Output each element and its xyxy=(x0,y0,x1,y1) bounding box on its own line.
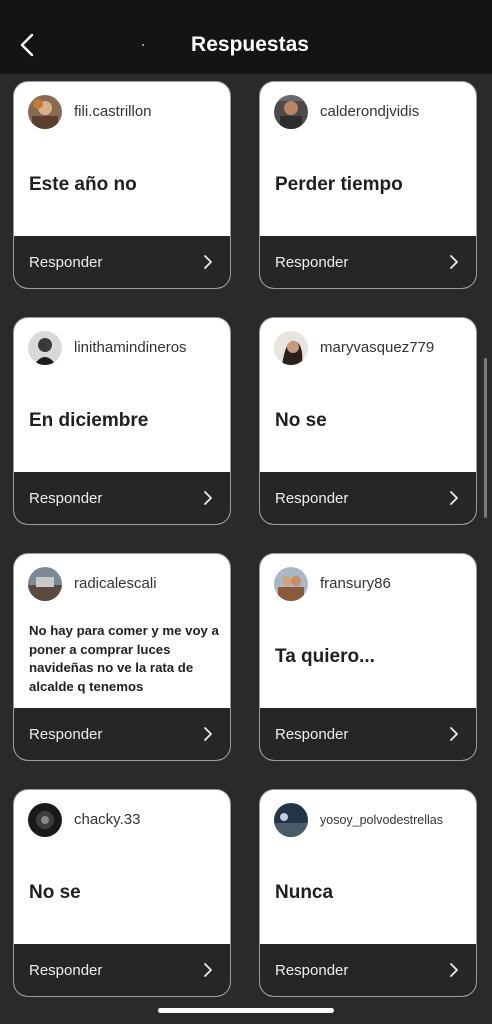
response-card: calderondjvidis Perder tiempo Responder xyxy=(259,81,477,289)
chevron-right-icon xyxy=(449,727,458,741)
home-indicator[interactable] xyxy=(158,1008,334,1013)
chevron-right-icon xyxy=(449,255,458,269)
reply-button[interactable]: Responder xyxy=(260,708,476,760)
chevron-right-icon xyxy=(203,491,212,505)
answer-text: Nunca xyxy=(275,882,334,903)
chevron-right-icon xyxy=(203,727,212,741)
answer-text: Este año no xyxy=(29,174,137,195)
reply-label: Responder xyxy=(275,961,349,979)
response-card: yosoy_polvodestrellas Nunca Responder xyxy=(259,789,477,997)
username[interactable]: linithamindineros xyxy=(74,339,187,356)
answer-text: No se xyxy=(275,410,327,431)
reply-label: Responder xyxy=(29,489,103,507)
response-card: chacky.33 No se Responder xyxy=(13,789,231,997)
username[interactable]: maryvasquez779 xyxy=(320,339,434,356)
avatar[interactable] xyxy=(274,331,308,365)
reply-label: Responder xyxy=(275,725,349,743)
response-card: fransury86 Ta quiero... Responder xyxy=(259,553,477,761)
chevron-right-icon xyxy=(449,963,458,977)
username[interactable]: yosoy_polvodestrellas xyxy=(320,813,443,827)
reply-button[interactable]: Responder xyxy=(260,472,476,524)
reply-label: Responder xyxy=(275,489,349,507)
reply-button[interactable]: Responder xyxy=(14,236,230,288)
avatar[interactable] xyxy=(28,803,62,837)
response-card: fili.castrillon Este año no Responder xyxy=(13,81,231,289)
reply-button[interactable]: Responder xyxy=(14,944,230,996)
chevron-right-icon xyxy=(203,963,212,977)
reply-button[interactable]: Responder xyxy=(260,236,476,288)
answer-text: No hay para comer y me voy a poner a com… xyxy=(29,623,219,694)
reply-label: Responder xyxy=(29,725,103,743)
response-card: linithamindineros En diciembre Responder xyxy=(13,317,231,525)
avatar[interactable] xyxy=(274,95,308,129)
username[interactable]: chacky.33 xyxy=(74,811,140,828)
answer-text: Perder tiempo xyxy=(275,174,403,195)
page-title: Respuestas xyxy=(191,33,309,56)
avatar[interactable] xyxy=(28,567,62,601)
avatar[interactable] xyxy=(28,95,62,129)
avatar[interactable] xyxy=(28,331,62,365)
username[interactable]: fransury86 xyxy=(320,575,391,592)
response-card: radicalescali No hay para comer y me voy… xyxy=(13,553,231,761)
avatar[interactable] xyxy=(274,567,308,601)
answer-text: No se xyxy=(29,882,81,903)
username[interactable]: calderondjvidis xyxy=(320,103,419,120)
header: Respuestas xyxy=(0,0,492,74)
answer-text: Ta quiero... xyxy=(275,646,375,667)
reply-button[interactable]: Responder xyxy=(14,472,230,524)
response-card: maryvasquez779 No se Responder xyxy=(259,317,477,525)
reply-label: Responder xyxy=(275,253,349,271)
reply-label: Responder xyxy=(29,961,103,979)
screen: Respuestas fili.castrillon Este año no R… xyxy=(0,0,492,1024)
scrollbar[interactable] xyxy=(484,358,487,518)
chevron-right-icon xyxy=(449,491,458,505)
avatar[interactable] xyxy=(274,803,308,837)
answer-text: En diciembre xyxy=(29,410,149,431)
reply-button[interactable]: Responder xyxy=(260,944,476,996)
username[interactable]: fili.castrillon xyxy=(74,103,152,120)
reply-label: Responder xyxy=(29,253,103,271)
reply-button[interactable]: Responder xyxy=(14,708,230,760)
chevron-right-icon xyxy=(203,255,212,269)
username[interactable]: radicalescali xyxy=(74,575,157,592)
